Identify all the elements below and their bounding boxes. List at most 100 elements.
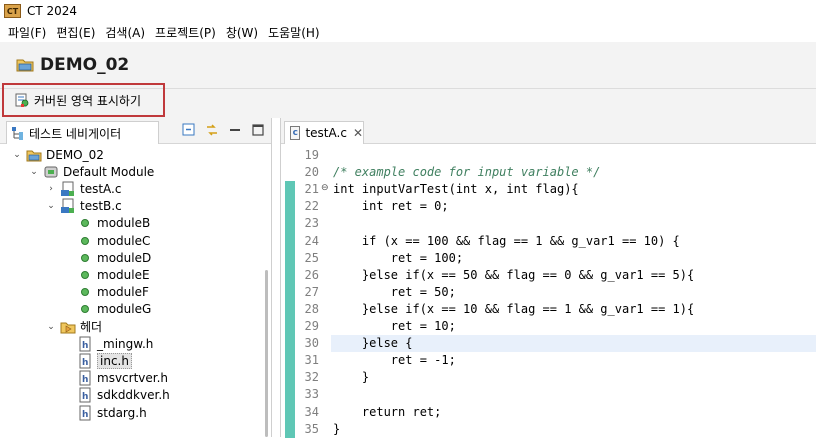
menu-search[interactable]: 검색(A): [100, 24, 150, 41]
maximize-icon[interactable]: [251, 123, 265, 137]
line-number: 20: [304, 165, 319, 180]
line-number: 35: [304, 421, 319, 436]
tree-item-label: stdarg.h: [97, 405, 147, 420]
expand-toggle-icon[interactable]: ›: [46, 184, 56, 194]
svg-text:h: h: [82, 358, 88, 368]
line-number: 24: [304, 233, 319, 248]
code-line: int ret = 0;: [333, 199, 449, 214]
code-line: int inputVarTest(int x, int flag){: [333, 182, 579, 197]
toolbar: 커버된 영역 표시하기: [0, 83, 816, 118]
project-title: DEMO_02: [40, 55, 130, 75]
line-number: 34: [304, 404, 319, 419]
line-number: 23: [304, 216, 319, 231]
code-area[interactable]: 19 20 /* example code for input variable *…: [281, 146, 816, 438]
tree-item-label: moduleG: [97, 302, 152, 317]
tree-item-label: DEMO_02: [46, 147, 104, 162]
h-file-icon: h: [77, 370, 93, 386]
minimize-icon[interactable]: [228, 123, 242, 137]
tree-item[interactable]: moduleE: [63, 266, 150, 283]
tree-item[interactable]: › testA.c: [46, 180, 121, 197]
tree-item-label: msvcrtver.h: [97, 371, 169, 386]
tree-item[interactable]: h inc.h: [63, 352, 132, 369]
tree-item[interactable]: moduleG: [63, 301, 151, 318]
h-file-icon: h: [77, 387, 93, 403]
line-number: 25: [304, 250, 319, 265]
line-number: 31: [304, 353, 319, 368]
c-file-icon: [60, 181, 76, 197]
tree-item-label: moduleD: [97, 250, 152, 265]
editor-tab-label: testA.c: [305, 126, 347, 140]
tree-item-label: moduleB: [97, 216, 151, 231]
code-line: ret = 10;: [333, 319, 456, 333]
line-number: 33: [304, 387, 319, 402]
function-icon: [77, 215, 93, 231]
menu-file[interactable]: 파일(F): [3, 24, 51, 41]
expand-toggle-icon[interactable]: ⌄: [46, 322, 56, 332]
navigator-scrollbar-thumb[interactable]: [265, 270, 268, 437]
line-number: 27: [304, 284, 319, 299]
close-icon[interactable]: ✕: [353, 126, 363, 140]
tree-item[interactable]: moduleB: [63, 215, 150, 232]
tab-test-navigator[interactable]: 테스트 네비게이터: [6, 121, 159, 144]
tree-item[interactable]: ⌄ testB.c: [46, 198, 122, 215]
c-file-icon: c: [290, 126, 301, 140]
navigator-tab-label: 테스트 네비게이터: [29, 126, 122, 141]
project-folder-icon: [16, 59, 34, 72]
line-number: 22: [304, 199, 319, 214]
collapse-all-icon[interactable]: [182, 123, 196, 137]
link-with-editor-icon[interactable]: [205, 123, 219, 137]
navigator-tabbar: 테스트 네비게이터: [0, 118, 271, 144]
tree-item[interactable]: h _mingw.h: [63, 335, 153, 352]
tree-item[interactable]: h msvcrtver.h: [63, 370, 168, 387]
tree-item-label: 헤더: [80, 320, 103, 334]
code-line: }else if(x == 50 && flag == 0 && g_var1 …: [333, 267, 695, 282]
folder-icon: [60, 319, 76, 335]
tree-item[interactable]: moduleC: [63, 232, 150, 249]
tree-item[interactable]: moduleF: [63, 284, 149, 301]
code-line: }: [333, 370, 370, 385]
tree-item-label: sdkddkver.h: [97, 388, 170, 403]
tree-item-label: testA.c: [80, 181, 122, 196]
show-coverage-button[interactable]: 커버된 영역 표시하기: [2, 83, 165, 117]
code-line: }else {: [333, 336, 413, 351]
tree-item[interactable]: ⌄ Default Module: [29, 163, 154, 180]
tree-item[interactable]: h sdkddkver.h: [63, 387, 170, 404]
menu-window[interactable]: 창(W): [221, 24, 263, 41]
expand-toggle-icon[interactable]: ⌄: [46, 201, 56, 211]
line-number: 30: [304, 336, 319, 351]
line-number: 19: [304, 148, 319, 162]
tab-testA-c[interactable]: c testA.c ✕: [284, 121, 364, 144]
menu-edit[interactable]: 편집(E): [51, 24, 100, 41]
coverage-icon: [15, 93, 29, 107]
h-file-icon: h: [77, 405, 93, 421]
svg-text:h: h: [82, 341, 88, 351]
code-line: ret = -1;: [333, 353, 456, 368]
code-line: ret = 100;: [333, 250, 464, 265]
code-editor: c testA.c ✕ 19 20 /* example code for inpu…: [280, 118, 816, 438]
tree-item-label: moduleF: [97, 285, 149, 300]
expand-toggle-icon[interactable]: ⌄: [29, 167, 39, 177]
navigator-scrollbar[interactable]: [262, 146, 271, 437]
c-file-icon: [60, 198, 76, 214]
expand-toggle-icon[interactable]: ⌄: [12, 150, 22, 160]
line-number: 29: [304, 319, 319, 333]
line-number: 21: [304, 182, 319, 197]
tree-item[interactable]: h stdarg.h: [63, 404, 147, 421]
navigator-tree: ⌄ DEMO_02 ⌄ Default Module › testA.c ⌄ testB.c m…: [0, 146, 262, 437]
fold-indicator-icon[interactable]: ⊖: [321, 183, 329, 193]
tree-item[interactable]: moduleD: [63, 249, 151, 266]
function-icon: [77, 267, 93, 283]
menu-project[interactable]: 프로젝트(P): [150, 24, 221, 41]
tree-item[interactable]: ⌄ 헤더: [46, 318, 102, 335]
tree-item-label: moduleE: [97, 267, 150, 282]
editor-tabbar: c testA.c ✕: [281, 118, 816, 144]
line-number: 32: [304, 370, 319, 385]
h-file-icon: h: [77, 353, 93, 369]
menu-help[interactable]: 도움말(H): [263, 24, 325, 41]
window-title: CT 2024: [27, 4, 78, 18]
h-file-icon: h: [77, 336, 93, 352]
tree-item[interactable]: ⌄ DEMO_02: [12, 146, 104, 163]
code-line: }: [333, 421, 341, 436]
test-navigator-panel: 테스트 네비게이터 ⌄ DEMO_02 ⌄ Default Module › testA.…: [0, 118, 272, 437]
svg-text:h: h: [82, 375, 88, 385]
